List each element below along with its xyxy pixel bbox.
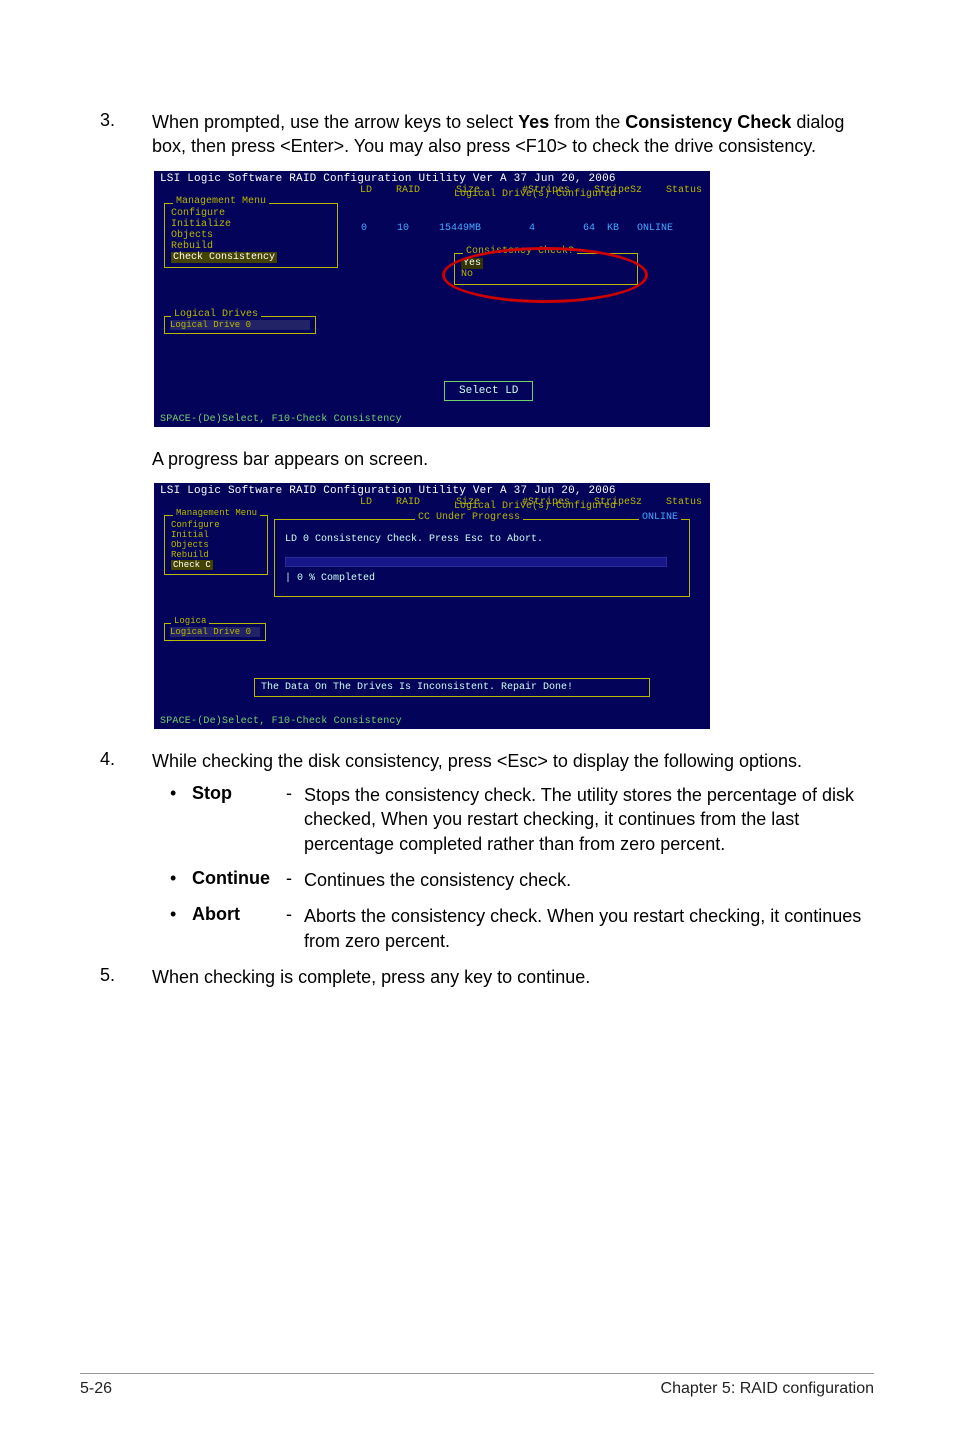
options-list: • Stop - Stops the consistency check. Th… (170, 783, 874, 953)
page-number: 5-26 (80, 1380, 112, 1398)
menu-item-objects[interactable]: Objects (171, 230, 331, 241)
ld-table-header: LD RAID Size #Stripes StripeSz Status (354, 497, 702, 508)
caption-text: A progress bar appears on screen. (152, 447, 428, 471)
caption-progress: A progress bar appears on screen. (100, 447, 874, 471)
cc-progress-title: CC Under Progress (415, 512, 523, 523)
repair-done-message: The Data On The Drives Is Inconsistent. … (254, 678, 650, 697)
option-desc: Aborts the consistency check. When you r… (304, 904, 874, 953)
cc-progress-message: LD 0 Consistency Check. Press Esc to Abo… (285, 534, 679, 545)
cc-progress-box: CC Under Progress ONLINE LD 0 Consistenc… (274, 519, 690, 597)
dialog-no-option[interactable]: No (461, 269, 473, 280)
management-menu: Management Menu Configure Initial Object… (164, 515, 268, 575)
menu-item-check-consistency[interactable]: Check C (171, 560, 213, 570)
dash: - (286, 868, 304, 892)
option-desc: Stops the consistency check. The utility… (304, 783, 874, 856)
option-stop: • Stop - Stops the consistency check. Th… (170, 783, 874, 856)
step-number: 5. (100, 965, 152, 989)
dash: - (286, 904, 304, 953)
logical-drive-item[interactable]: Logical Drive 0 (170, 627, 260, 637)
step-text: When prompted, use the arrow keys to sel… (152, 110, 874, 159)
text: When prompted, use the arrow keys to sel… (152, 112, 518, 132)
step-text: When checking is complete, press any key… (152, 965, 590, 989)
bios-screenshot: LSI Logic Software RAID Configuration Ut… (152, 169, 712, 429)
page-footer: 5-26 Chapter 5: RAID configuration (80, 1373, 874, 1398)
dash: - (286, 783, 304, 856)
option-abort: • Abort - Aborts the consistency check. … (170, 904, 874, 953)
logical-drives-title: Logica (171, 616, 209, 626)
option-continue: • Continue - Continues the consistency c… (170, 868, 874, 892)
consistency-check-dialog: Consistency Check? Yes No (454, 253, 638, 285)
menu-item-configure[interactable]: Configure (171, 520, 261, 530)
logical-drives-box: Logica Logical Drive 0 (164, 623, 266, 641)
option-desc: Continues the consistency check. (304, 868, 874, 892)
step-number: 4. (100, 749, 152, 773)
logical-drive-item[interactable]: Logical Drive 0 (170, 320, 310, 330)
screenshot-consistency-check-dialog: LSI Logic Software RAID Configuration Ut… (152, 169, 874, 429)
bios-footer-hint: SPACE-(De)Select, F10-Check Consistency (154, 412, 710, 427)
dialog-yes-option[interactable]: Yes (461, 258, 483, 269)
management-menu: Management Menu Configure Initialize Obj… (164, 203, 338, 268)
step-number: 3. (100, 110, 152, 159)
bios-footer-hint: SPACE-(De)Select, F10-Check Consistency (154, 714, 710, 729)
menu-item-configure[interactable]: Configure (171, 208, 331, 219)
bullet-icon: • (170, 783, 192, 856)
step-5: 5. When checking is complete, press any … (100, 965, 874, 989)
text: from the (549, 112, 625, 132)
step-text: While checking the disk consistency, pre… (152, 749, 802, 773)
step-3: 3. When prompted, use the arrow keys to … (100, 110, 874, 159)
management-menu-title: Management Menu (173, 196, 269, 207)
bios-screenshot: LSI Logic Software RAID Configuration Ut… (152, 481, 712, 731)
menu-item-objects[interactable]: Objects (171, 540, 261, 550)
ld-table-header: LD RAID Size #Stripes StripeSz Status (354, 185, 702, 196)
progress-percent: | 0 % Completed (285, 573, 679, 584)
option-name: Continue (192, 868, 286, 892)
ld-table-row: 0 10 15449MB 4 64 KB ONLINE (349, 223, 673, 234)
bold-consistency-check: Consistency Check (625, 112, 791, 132)
screenshot-progress-bar: LSI Logic Software RAID Configuration Ut… (152, 481, 874, 731)
management-menu-title: Management Menu (173, 508, 260, 518)
select-ld-button[interactable]: Select LD (444, 381, 533, 401)
menu-item-rebuild[interactable]: Rebuild (171, 241, 331, 252)
menu-item-rebuild[interactable]: Rebuild (171, 550, 261, 560)
option-name: Abort (192, 904, 286, 953)
dialog-title: Consistency Check? (463, 246, 577, 257)
menu-item-initialize[interactable]: Initialize (171, 219, 331, 230)
progress-bar (285, 557, 667, 567)
menu-item-check-consistency[interactable]: Check Consistency (171, 252, 277, 263)
step-4: 4. While checking the disk consistency, … (100, 749, 874, 773)
online-status: ONLINE (639, 512, 681, 523)
logical-drives-title: Logical Drives (171, 309, 261, 320)
option-name: Stop (192, 783, 286, 856)
bold-yes: Yes (518, 112, 549, 132)
chapter-title: Chapter 5: RAID configuration (661, 1380, 874, 1398)
bullet-icon: • (170, 904, 192, 953)
logical-drives-box: Logical Drives Logical Drive 0 (164, 316, 316, 334)
bullet-icon: • (170, 868, 192, 892)
menu-item-initial[interactable]: Initial (171, 530, 261, 540)
